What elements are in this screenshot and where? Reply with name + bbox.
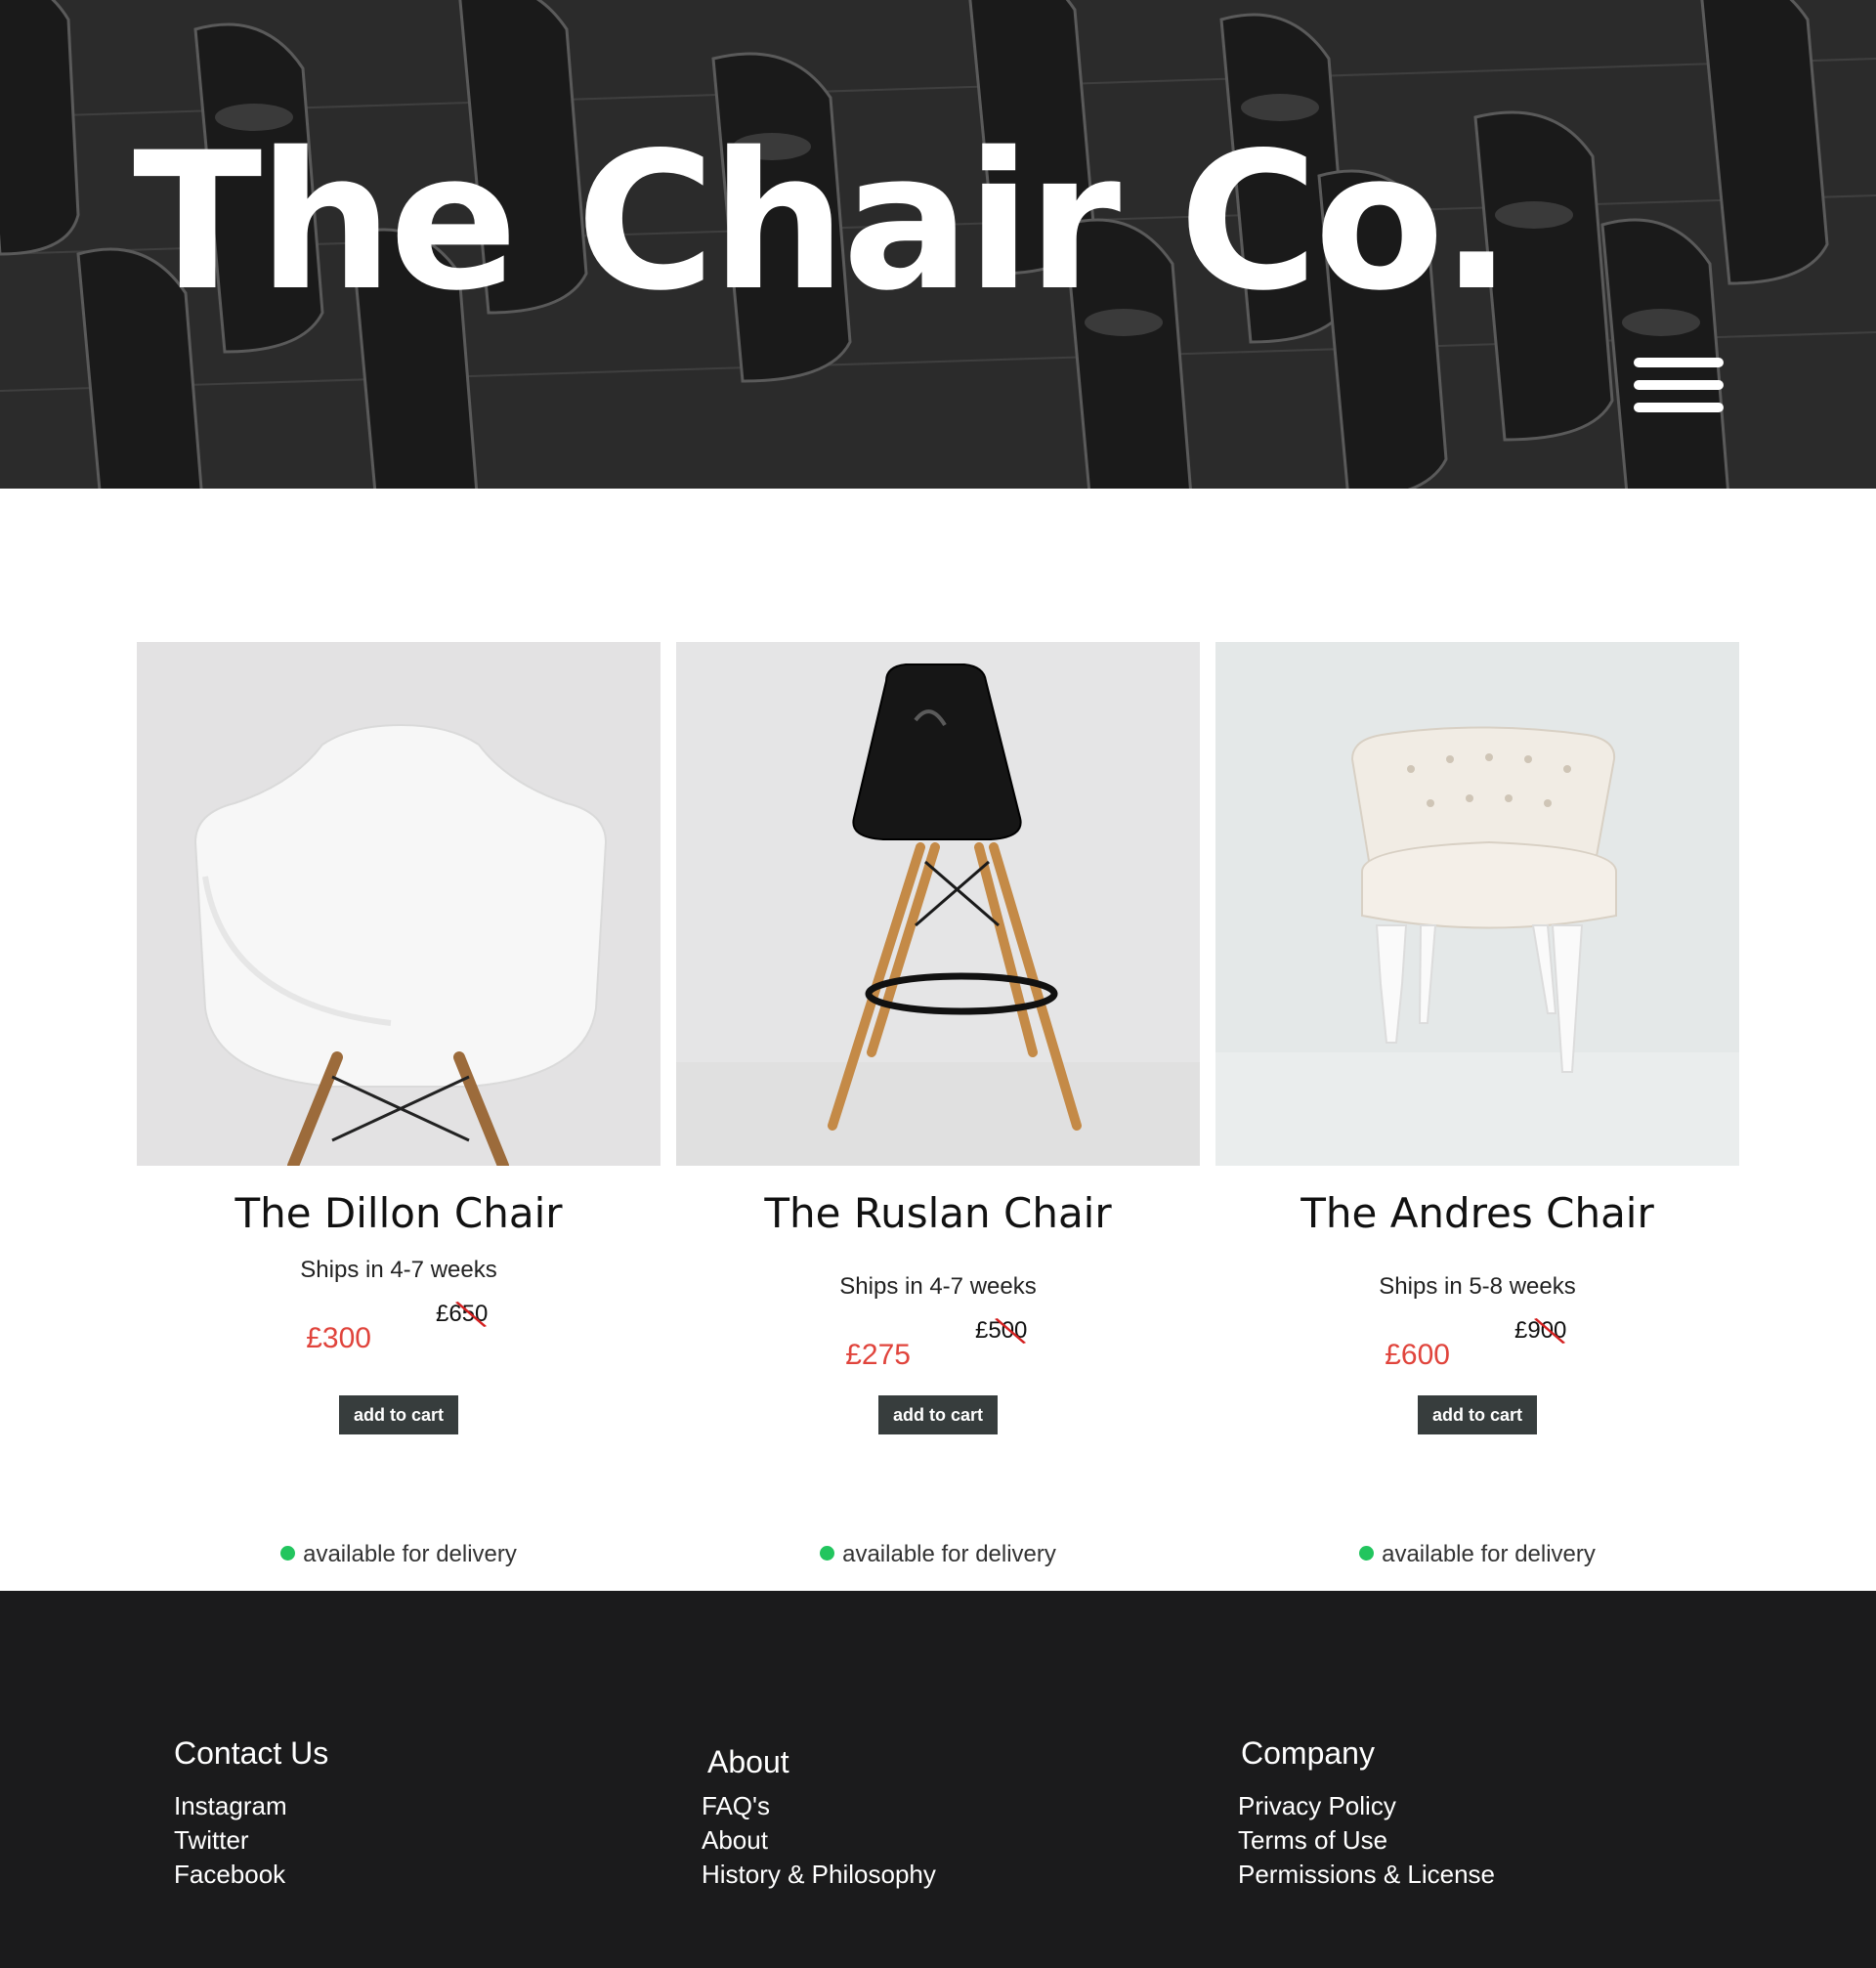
footer-link-list: Privacy Policy Terms of Use Permissions … [1238, 1789, 1495, 1892]
available-status-dot-icon [1359, 1546, 1375, 1561]
menu-bar [1634, 403, 1724, 412]
hero-banner: The Chair Co. [0, 0, 1876, 489]
footer-link-permissions-license[interactable]: Permissions & License [1238, 1858, 1495, 1892]
availability-status: available for delivery [137, 1541, 661, 1568]
availability-text: available for delivery [1382, 1541, 1596, 1567]
availability-status: available for delivery [676, 1541, 1200, 1568]
add-to-cart-button[interactable]: add to cart [339, 1395, 458, 1434]
footer-link-about[interactable]: About [702, 1823, 936, 1858]
product-name: The Andres Chair [1300, 1189, 1654, 1237]
footer-link-list: Instagram Twitter Facebook [174, 1789, 287, 1892]
strikethrough-mark [994, 1317, 1027, 1345]
footer-link-faqs[interactable]: FAQ's [702, 1789, 936, 1823]
footer-column-about: About FAQ's About History & Philosophy [702, 1744, 936, 1889]
footer-link-list: FAQ's About History & Philosophy [702, 1789, 936, 1892]
menu-bar [1634, 358, 1724, 367]
footer-link-privacy-policy[interactable]: Privacy Policy [1238, 1789, 1495, 1823]
available-status-dot-icon [820, 1546, 835, 1561]
availability-status: available for delivery [1215, 1541, 1739, 1568]
strikethrough-mark [1533, 1317, 1566, 1345]
footer-heading: About [707, 1744, 789, 1779]
availability-text: available for delivery [842, 1541, 1056, 1567]
site-title: The Chair Co. [133, 111, 1513, 332]
shipping-info: Ships in 4-7 weeks [300, 1257, 497, 1283]
strikethrough-mark [454, 1301, 488, 1328]
product-card-ruslan: The Ruslan Chair Ships in 4-7 weeks £275… [676, 642, 1200, 1567]
shipping-info: Ships in 5-8 weeks [1379, 1273, 1576, 1300]
white-armchair-photo[interactable] [137, 642, 661, 1166]
product-name: The Dillon Chair [234, 1189, 563, 1237]
hamburger-menu-icon[interactable] [1634, 354, 1724, 418]
footer-link-facebook[interactable]: Facebook [174, 1858, 287, 1892]
sale-price: £300 [306, 1322, 371, 1354]
tufted-cream-armchair-photo[interactable] [1215, 642, 1739, 1166]
footer-column-company: Company Privacy Policy Terms of Use Perm… [1238, 1735, 1495, 1889]
availability-text: available for delivery [303, 1541, 517, 1567]
black-bar-stool-photo[interactable] [676, 642, 1200, 1166]
available-status-dot-icon [280, 1546, 296, 1561]
add-to-cart-button[interactable]: add to cart [878, 1395, 998, 1434]
footer-heading: Company [1241, 1735, 1375, 1771]
footer-link-history-philosophy[interactable]: History & Philosophy [702, 1858, 936, 1892]
footer-link-instagram[interactable]: Instagram [174, 1789, 287, 1823]
original-price: £650 [436, 1301, 488, 1328]
original-price: £500 [975, 1317, 1027, 1345]
original-price: £900 [1514, 1317, 1566, 1345]
site-footer: Contact Us Instagram Twitter Facebook Ab… [0, 1591, 1876, 1968]
footer-link-terms-of-use[interactable]: Terms of Use [1238, 1823, 1495, 1858]
sale-price: £275 [845, 1339, 911, 1371]
sale-price: £600 [1385, 1339, 1450, 1371]
product-card-andres: The Andres Chair Ships in 5-8 weeks £600… [1215, 642, 1739, 1567]
shipping-info: Ships in 4-7 weeks [839, 1273, 1037, 1300]
product-name: The Ruslan Chair [764, 1189, 1112, 1237]
menu-bar [1634, 380, 1724, 390]
add-to-cart-button[interactable]: add to cart [1418, 1395, 1537, 1434]
footer-heading: Contact Us [174, 1735, 329, 1771]
footer-link-twitter[interactable]: Twitter [174, 1823, 287, 1858]
footer-column-contact: Contact Us Instagram Twitter Facebook [174, 1735, 329, 1889]
product-card-dillon: The Dillon Chair Ships in 4-7 weeks £300… [137, 642, 661, 1567]
